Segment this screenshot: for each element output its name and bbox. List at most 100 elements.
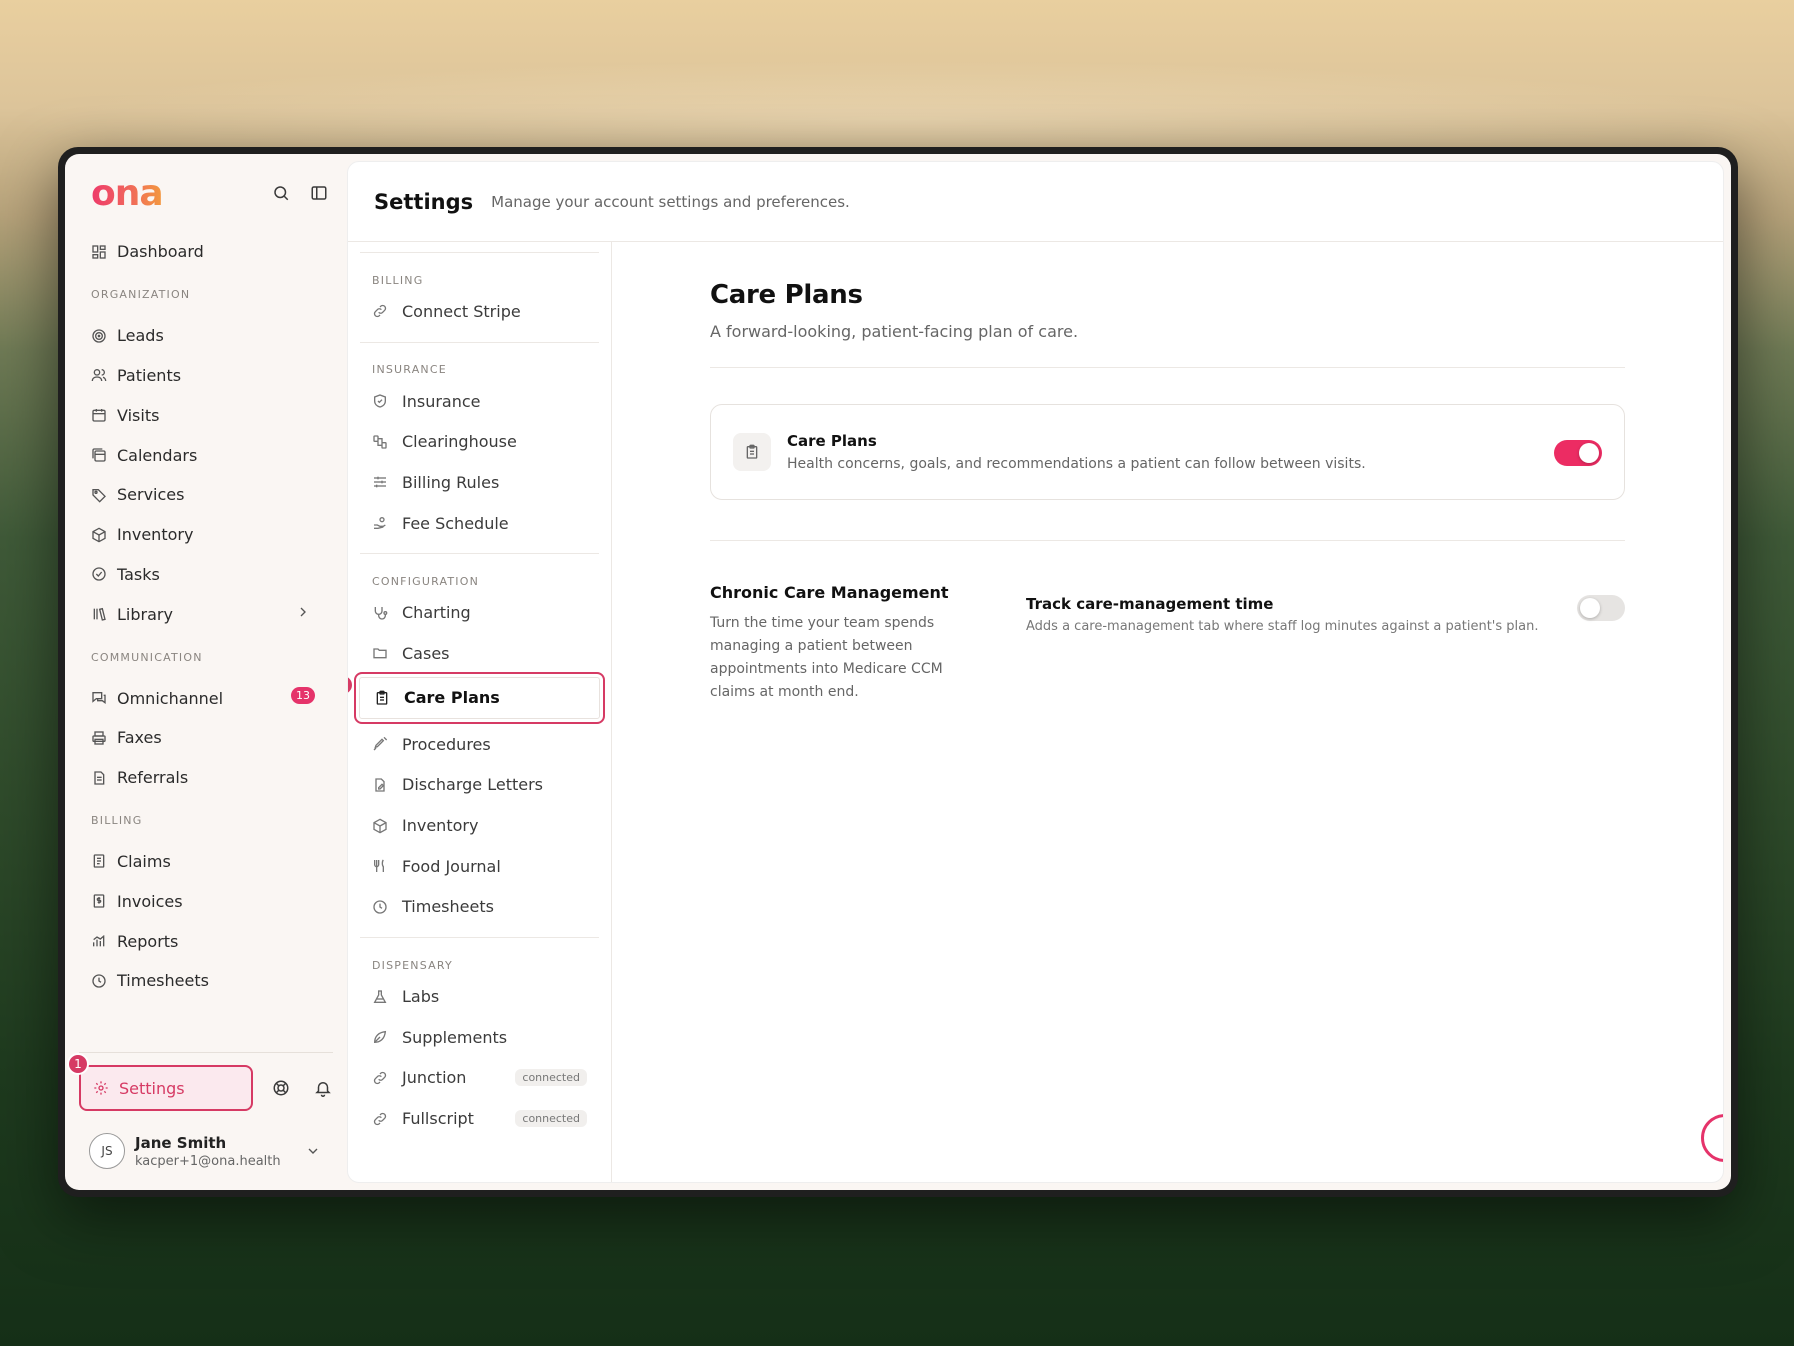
- connected-badge: connected: [515, 1069, 587, 1087]
- sidebar-item-timesheets[interactable]: Timesheets: [79, 961, 333, 1001]
- clipboard-icon: [376, 690, 388, 705]
- subnav-item-fullscript[interactable]: Fullscript connected: [360, 1098, 599, 1139]
- care-plans-toggle[interactable]: [1554, 440, 1602, 466]
- settings-label: Settings: [119, 1078, 185, 1098]
- subnav-item-label: Inventory: [402, 816, 479, 836]
- bell-icon[interactable]: [313, 1078, 333, 1098]
- subnav-item-inventory[interactable]: Inventory: [360, 805, 599, 846]
- sidebar-item-tasks[interactable]: Tasks: [79, 555, 333, 595]
- avatar: JS: [89, 1133, 125, 1169]
- ccm-title: Chronic Care Management: [710, 583, 949, 602]
- subnav-item-label: Junction: [402, 1068, 467, 1088]
- subnav-item-clearinghouse[interactable]: Clearinghouse: [360, 421, 599, 462]
- subnav-item-fee-schedule[interactable]: Fee Schedule: [360, 503, 599, 544]
- main-panel: Settings Manage your account settings an…: [347, 161, 1724, 1183]
- sidebar-item-services[interactable]: Services: [79, 475, 333, 515]
- sidebar-toggle-icon[interactable]: [309, 183, 329, 203]
- section-title: Care Plans: [710, 280, 863, 310]
- divider: [710, 540, 1625, 541]
- subnav-item-label: Discharge Letters: [402, 775, 544, 795]
- ccm-section: Chronic Care Management Turn the time yo…: [710, 583, 1625, 704]
- subnav-group-configuration: CONFIGURATION Charting Cases 2 Car: [348, 553, 605, 937]
- sidebar-item-label: Inventory: [117, 525, 194, 545]
- calendar-grid-icon: [92, 409, 106, 422]
- ccm-description: Turn the time your team spends managing …: [710, 615, 943, 700]
- leaf-icon: [373, 1031, 387, 1044]
- user-email: kacper+1@ona.health: [135, 1153, 281, 1169]
- subnav-section-dispensary: DISPENSARY: [372, 958, 453, 972]
- sidebar-item-reports[interactable]: Reports: [79, 921, 333, 961]
- shield-check-icon: [374, 394, 386, 408]
- subnav-item-care-plans[interactable]: 2 Care Plans: [348, 671, 605, 724]
- printer-icon: [92, 731, 106, 745]
- sidebar-item-label: Leads: [117, 326, 164, 346]
- search-icon[interactable]: [271, 183, 291, 203]
- sidebar-item-label: Omnichannel: [117, 688, 224, 708]
- sidebar-item-label: Dashboard: [117, 242, 204, 262]
- sidebar-item-dashboard[interactable]: Dashboard: [79, 232, 333, 272]
- sidebar-item-label: Claims: [117, 851, 171, 871]
- sidebar-item-claims[interactable]: Claims: [79, 842, 333, 882]
- subnav-item-timesheets[interactable]: Timesheets: [360, 887, 599, 928]
- sidebar-item-label: Invoices: [117, 891, 183, 911]
- gear-icon: [94, 1081, 108, 1095]
- dashboard-icon: [92, 245, 106, 259]
- avatar-initials: JS: [101, 1144, 113, 1158]
- ona-logo[interactable]: ona: [91, 173, 164, 214]
- help-lifebuoy-icon[interactable]: [271, 1078, 291, 1098]
- subnav-item-label: Fullscript: [402, 1109, 474, 1129]
- subnav-item-procedures[interactable]: Procedures: [360, 724, 599, 765]
- sidebar-item-invoices[interactable]: Invoices: [79, 881, 333, 921]
- sidebar-item-label: Timesheets: [117, 971, 209, 991]
- clock-icon: [92, 974, 106, 988]
- subnav-section-insurance: INSURANCE: [372, 363, 447, 377]
- brand-row: ona: [79, 154, 333, 232]
- section-communication: COMMUNICATION: [91, 650, 203, 664]
- sidebar-item-library[interactable]: Library: [79, 594, 333, 634]
- subnav-item-supplements[interactable]: Supplements: [360, 1017, 599, 1058]
- sidebar-item-inventory[interactable]: Inventory: [79, 515, 333, 555]
- sidebar-item-omnichannel[interactable]: Omnichannel 13: [79, 678, 333, 718]
- sidebar-item-visits[interactable]: Visits: [79, 395, 333, 435]
- user-menu[interactable]: JS Jane Smith kacper+1@ona.health: [79, 1133, 333, 1169]
- check-circle-icon: [92, 567, 106, 582]
- subnav-item-junction[interactable]: Junction connected: [360, 1058, 599, 1099]
- subnav-group-insurance: INSURANCE Insurance Clearinghouse Billin…: [360, 341, 599, 554]
- subnav-item-food-journal[interactable]: Food Journal: [360, 846, 599, 887]
- link-icon: [373, 305, 387, 318]
- subnav-item-discharge-letters[interactable]: Discharge Letters: [360, 765, 599, 806]
- chevron-down-icon[interactable]: [305, 1143, 321, 1163]
- clipboard-icon: [733, 433, 771, 471]
- sidebar-item-label: Services: [117, 485, 185, 505]
- subnav-item-label: Charting: [402, 603, 471, 623]
- subnav-item-billing-rules[interactable]: Billing Rules: [360, 462, 599, 503]
- sidebar-item-leads[interactable]: Leads: [79, 316, 333, 356]
- box-icon: [373, 818, 387, 833]
- syringe-icon: [373, 737, 388, 751]
- link-icon: [373, 1112, 387, 1125]
- care-plans-card: Care Plans Health concerns, goals, and r…: [710, 404, 1625, 500]
- section-organization: ORGANIZATION: [91, 288, 191, 302]
- flask-icon: [373, 989, 387, 1003]
- hand-coins-icon: [374, 517, 386, 530]
- folder-icon: [373, 648, 387, 659]
- link-icon: [373, 1071, 387, 1085]
- sidebar-item-calendars[interactable]: Calendars: [79, 435, 333, 475]
- page-header: Settings Manage your account settings an…: [348, 162, 1723, 242]
- sidebar-item-referrals[interactable]: Referrals: [79, 758, 333, 798]
- subnav-item-connect-stripe[interactable]: Connect Stripe: [360, 291, 599, 332]
- settings-button[interactable]: 1 Settings: [67, 1053, 253, 1111]
- sidebar-item-label: Library: [117, 604, 173, 624]
- sliders-icon: [374, 477, 386, 488]
- app-shell: ona Dashboard ORGANIZATION Leads Patient…: [65, 154, 1731, 1190]
- subnav-item-label: Cases: [402, 643, 450, 663]
- sidebar-item-faxes[interactable]: Faxes: [79, 718, 333, 758]
- subnav-item-cases[interactable]: Cases: [360, 633, 599, 674]
- subnav-item-charting[interactable]: Charting: [360, 592, 599, 633]
- track-time-toggle[interactable]: [1577, 595, 1625, 621]
- transfer-icon: [373, 435, 387, 449]
- subnav-item-insurance[interactable]: Insurance: [360, 381, 599, 422]
- subnav-item-labs[interactable]: Labs: [360, 976, 599, 1017]
- sidebar-item-patients[interactable]: Patients: [79, 356, 333, 396]
- page-title: Settings: [374, 189, 474, 214]
